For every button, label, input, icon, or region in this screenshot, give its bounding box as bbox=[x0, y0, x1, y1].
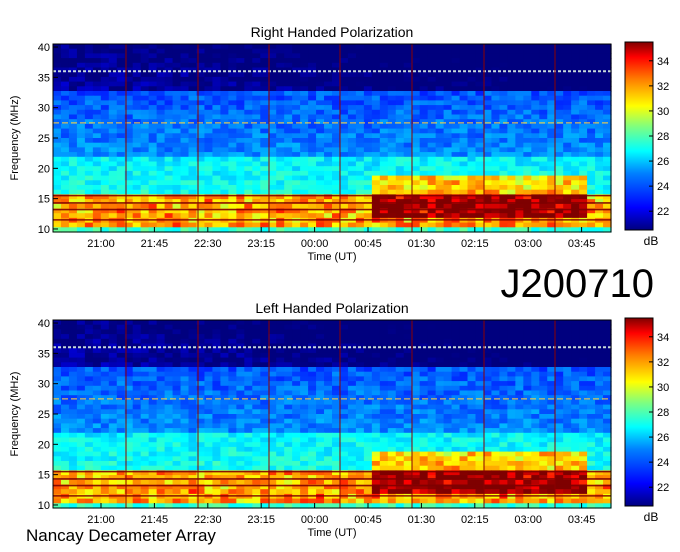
y-tick-label: 35 bbox=[38, 72, 50, 84]
y-tick-label: 30 bbox=[38, 103, 50, 115]
y-tick-label: 25 bbox=[38, 409, 50, 421]
colorbar-tick-label: 26 bbox=[657, 156, 669, 168]
spectrogram bbox=[53, 44, 612, 233]
x-tick-label: 23:15 bbox=[247, 238, 275, 250]
colorbar-tick-label: 24 bbox=[657, 181, 669, 193]
x-tick-label: 03:00 bbox=[514, 514, 542, 526]
x-tick-label: 22:30 bbox=[194, 514, 222, 526]
x-tick-label: 03:45 bbox=[568, 514, 596, 526]
colorbar-tick-label: 32 bbox=[657, 357, 669, 369]
y-tick-label: 30 bbox=[38, 379, 50, 391]
x-tick-label: 02:15 bbox=[461, 514, 489, 526]
y-tick-label: 40 bbox=[38, 318, 50, 330]
y-tick-label: 40 bbox=[38, 42, 50, 54]
x-tick-label: 23:15 bbox=[247, 514, 275, 526]
colorbar-label: dB bbox=[644, 234, 659, 248]
x-tick-label: 03:00 bbox=[514, 238, 542, 250]
colorbar-tick-label: 22 bbox=[657, 206, 669, 218]
x-tick-label: 02:15 bbox=[461, 238, 489, 250]
colorbar-tick-label: 28 bbox=[657, 131, 669, 143]
colorbar-tick-label: 22 bbox=[657, 482, 669, 494]
panel-title: Left Handed Polarization bbox=[255, 300, 408, 316]
left-polarization-panel: Left Handed Polarization 10 15 20 25 30 35 40 Fr… bbox=[9, 300, 669, 539]
colorbar-tick-label: 28 bbox=[657, 407, 669, 419]
y-tick-label: 15 bbox=[38, 194, 50, 206]
colorbar-tick-label: 24 bbox=[657, 457, 669, 469]
x-axis-label: Time (UT) bbox=[307, 527, 356, 539]
x-tick-label: 21:45 bbox=[141, 238, 169, 250]
panel-title: Right Handed Polarization bbox=[251, 24, 414, 40]
y-axis-label: Frequency (MHz) bbox=[9, 372, 21, 457]
colorbar-label: dB bbox=[644, 510, 659, 524]
y-tick-label: 35 bbox=[38, 348, 50, 360]
observation-id: J200710 bbox=[500, 262, 654, 306]
colorbar-tick-label: 26 bbox=[657, 432, 669, 444]
x-tick-label: 21:00 bbox=[87, 238, 115, 250]
colorbar-tick-label: 32 bbox=[657, 81, 669, 93]
x-tick-label: 22:30 bbox=[194, 238, 222, 250]
x-tick-label: 00:00 bbox=[301, 238, 329, 250]
colorbar-tick-label: 30 bbox=[657, 106, 669, 118]
y-axis-label: Frequency (MHz) bbox=[9, 96, 21, 181]
x-tick-label: 01:30 bbox=[408, 238, 436, 250]
x-tick-label: 00:45 bbox=[354, 514, 382, 526]
colorbar bbox=[624, 41, 654, 231]
y-tick-label: 25 bbox=[38, 133, 50, 145]
x-axis-label: Time (UT) bbox=[307, 251, 356, 263]
x-tick-label: 21:00 bbox=[87, 514, 115, 526]
y-tick-label: 20 bbox=[38, 439, 50, 451]
y-tick-label: 15 bbox=[38, 470, 50, 482]
x-tick-label: 00:00 bbox=[301, 514, 329, 526]
colorbar-tick-label: 34 bbox=[657, 332, 669, 344]
station-label: Nancay Decameter Array bbox=[26, 526, 216, 545]
x-tick-label: 00:45 bbox=[354, 238, 382, 250]
x-tick-label: 03:45 bbox=[568, 238, 596, 250]
colorbar bbox=[624, 317, 654, 507]
colorbar-tick-label: 34 bbox=[657, 56, 669, 68]
y-tick-label: 10 bbox=[38, 224, 50, 236]
x-tick-label: 01:30 bbox=[408, 514, 436, 526]
y-tick-label: 10 bbox=[38, 500, 50, 512]
spectrogram bbox=[53, 320, 612, 509]
colorbar-tick-label: 30 bbox=[657, 382, 669, 394]
y-tick-label: 20 bbox=[38, 163, 50, 175]
right-polarization-panel: Right Handed Polarization 10 15 20 25 30 35 40 F… bbox=[9, 24, 669, 263]
x-tick-label: 21:45 bbox=[141, 514, 169, 526]
